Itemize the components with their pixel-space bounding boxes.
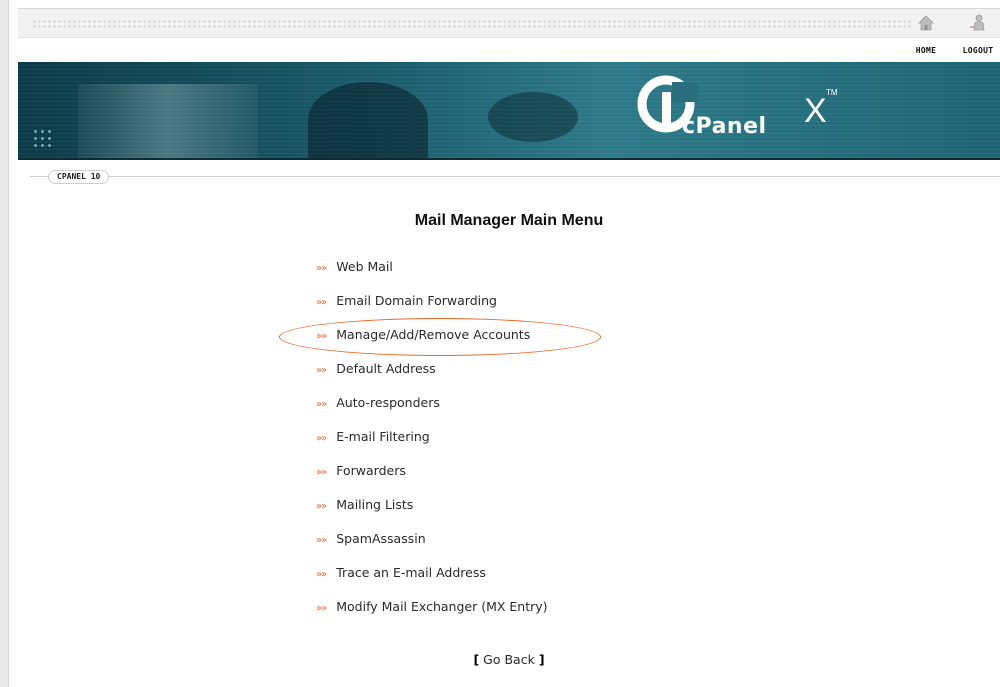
open-bracket: [	[473, 652, 480, 667]
banner-dot-grid	[32, 128, 54, 150]
menu-item-label: Default Address	[336, 361, 436, 376]
home-button[interactable]: HOME	[896, 13, 956, 55]
nav-strip	[18, 37, 1000, 64]
cpanel-banner: cPanel X TM	[18, 62, 1000, 160]
banner-figure-graphic	[308, 82, 428, 158]
arrow-icon: »»	[316, 501, 327, 512]
menu-item-default-address[interactable]: »» Default Address	[316, 360, 548, 394]
home-icon	[918, 15, 934, 31]
menu-item-label: Modify Mail Exchanger (MX Entry)	[336, 599, 548, 614]
menu-item-label: Trace an E-mail Address	[336, 565, 486, 580]
arrow-icon: »»	[316, 331, 327, 342]
banner-server-graphic	[78, 84, 258, 158]
arrow-icon: »»	[316, 433, 327, 444]
logout-label: LOGOUT	[962, 46, 994, 55]
menu-item-email-filtering[interactable]: »» E-mail Filtering	[316, 428, 548, 462]
cpanel-logo-text: cPanel	[682, 114, 767, 139]
close-bracket: ]	[538, 652, 545, 667]
trademark-mark: TM	[826, 88, 838, 97]
page-title: Mail Manager Main Menu	[414, 212, 604, 229]
logout-button[interactable]: LOGOUT	[948, 13, 1000, 55]
mail-menu-list: »» Web Mail »» Email Domain Forwarding »» M…	[316, 258, 548, 632]
arrow-icon: »»	[316, 399, 327, 410]
top-bar: HOME LOGOUT	[18, 8, 1000, 64]
arrow-icon: »»	[316, 297, 327, 308]
menu-item-trace-email[interactable]: »» Trace an E-mail Address	[316, 564, 548, 598]
dotted-pattern	[32, 19, 912, 29]
menu-item-label: SpamAssassin	[336, 531, 426, 546]
cpanel-x-mark: X	[804, 92, 827, 130]
menu-item-forwarders[interactable]: »» Forwarders	[316, 462, 548, 496]
breadcrumb[interactable]: CPANEL 10	[48, 170, 110, 184]
menu-item-web-mail[interactable]: »» Web Mail	[316, 258, 548, 292]
menu-item-email-domain-forwarding[interactable]: »» Email Domain Forwarding	[316, 292, 548, 326]
menu-item-label: Manage/Add/Remove Accounts	[336, 327, 531, 342]
menu-item-spamassassin[interactable]: »» SpamAssassin	[316, 530, 548, 564]
menu-item-label: Forwarders	[336, 463, 406, 478]
menu-item-label: Mailing Lists	[336, 497, 414, 512]
menu-item-modify-mx[interactable]: »» Modify Mail Exchanger (MX Entry)	[316, 598, 548, 632]
banner-figure-graphic-2	[488, 92, 578, 142]
left-gutter	[0, 0, 9, 687]
menu-item-label: E-mail Filtering	[336, 429, 430, 444]
logout-person-icon	[970, 14, 985, 31]
arrow-icon: »»	[316, 535, 327, 546]
arrow-icon: »»	[316, 263, 327, 274]
menu-item-mailing-lists[interactable]: »» Mailing Lists	[316, 496, 548, 530]
menu-item-auto-responders[interactable]: »» Auto-responders	[316, 394, 548, 428]
arrow-icon: »»	[316, 603, 327, 614]
home-label: HOME	[915, 46, 937, 55]
go-back-link[interactable]: Go Back	[483, 652, 535, 667]
arrow-icon: »»	[316, 365, 327, 376]
arrow-icon: »»	[316, 467, 327, 478]
menu-item-label: Email Domain Forwarding	[336, 293, 497, 308]
breadcrumb-bar: CPANEL 10	[18, 170, 1000, 184]
go-back-row: [Go Back]	[0, 652, 1000, 667]
menu-item-label: Web Mail	[336, 259, 393, 274]
breadcrumb-rule	[30, 176, 1000, 177]
menu-item-manage-accounts[interactable]: »» Manage/Add/Remove Accounts	[316, 326, 548, 360]
menu-item-label: Auto-responders	[336, 395, 440, 410]
arrow-icon: »»	[316, 569, 327, 580]
